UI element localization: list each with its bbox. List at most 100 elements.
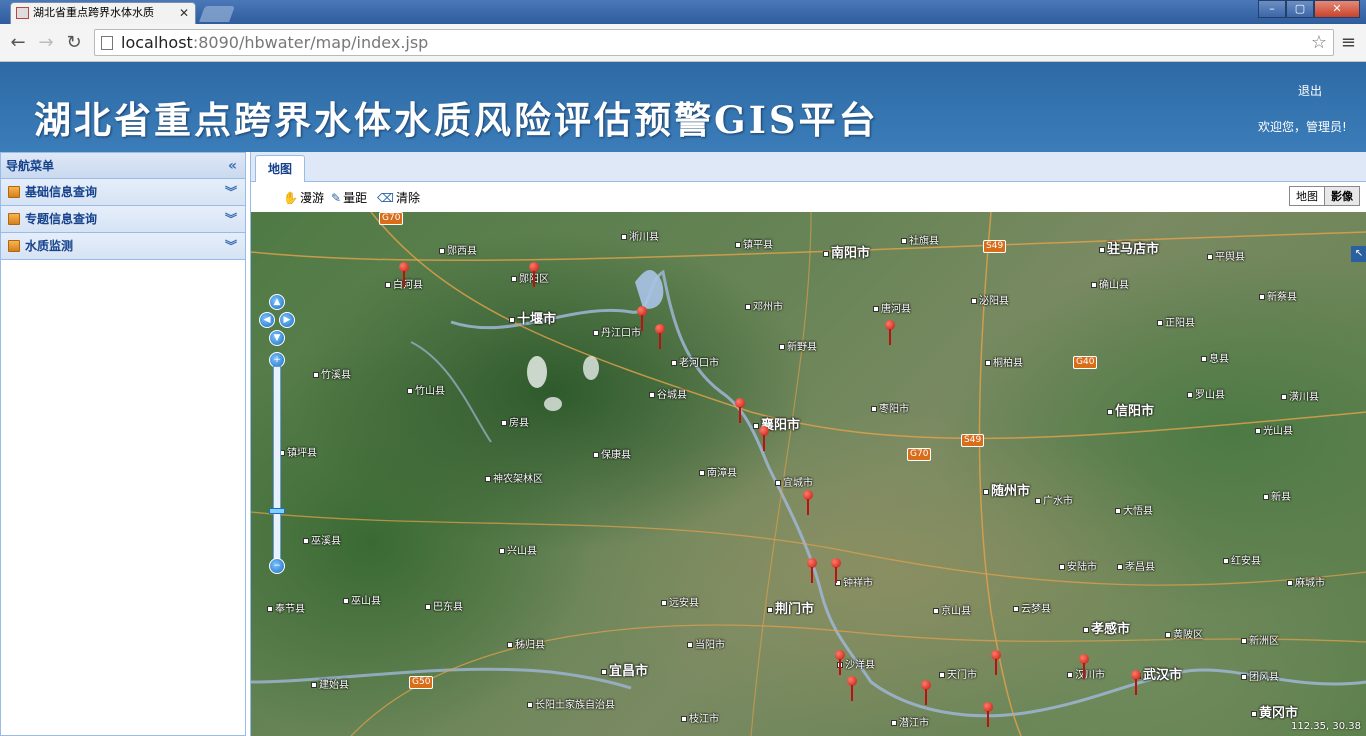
map-toolbar: ✋ 漫游 ✎ 量距 ⌫ 清除 地图 影像 — [251, 182, 1366, 212]
city-label: 当阳市 — [687, 636, 725, 651]
page-title: 湖北省重点跨界水体水质风险评估预警GIS平台 — [34, 98, 879, 142]
city-label: 兴山县 — [499, 542, 537, 557]
city-label: 新蔡县 — [1259, 288, 1297, 303]
browser-tab[interactable]: 湖北省重点跨界水体水质 ✕ — [10, 2, 196, 24]
url-input[interactable]: localhost:8090/hbwater/map/index.jsp ☆ — [94, 29, 1334, 56]
city-label: 房县 — [501, 414, 529, 429]
bookmark-star-icon[interactable]: ☆ — [1311, 32, 1327, 53]
monitoring-station-pin-icon[interactable] — [1079, 654, 1089, 680]
back-icon[interactable]: ← — [6, 32, 30, 53]
sidebar-item-topic-info[interactable]: 专题信息查询 ︾ — [1, 206, 245, 233]
city-label: 邓州市 — [745, 298, 783, 313]
pan-right-icon[interactable]: ▶ — [279, 312, 295, 328]
tool-label: 漫游 — [299, 191, 324, 205]
city-label: 镇平县 — [735, 236, 773, 251]
clear-tool-button[interactable]: ⌫ 清除 — [377, 189, 420, 206]
city-label: 大悟县 — [1115, 502, 1153, 517]
zoom-control: ▲ ◀ ▶ ▼ + − — [259, 294, 295, 574]
city-label: 息县 — [1201, 350, 1229, 365]
city-label: 平舆县 — [1207, 248, 1245, 263]
maximize-button[interactable]: ▢ — [1286, 0, 1314, 18]
browser-menu-icon[interactable]: ≡ — [1341, 32, 1356, 53]
highway-shield: G70 — [907, 448, 932, 461]
monitoring-station-pin-icon[interactable] — [1131, 670, 1141, 696]
monitoring-station-pin-icon[interactable] — [529, 262, 539, 288]
chevron-down-icon[interactable]: ︾ — [225, 179, 237, 205]
map-tabbar: 地图 — [251, 152, 1366, 182]
highway-shield: S49 — [983, 240, 1007, 253]
app-header: 湖北省重点跨界水体水质风险评估预警GIS平台 退出 欢迎您，管理员! — [0, 62, 1366, 152]
pan-down-icon[interactable]: ▼ — [269, 330, 285, 346]
highway-shield: G40 — [1073, 356, 1098, 369]
monitoring-station-pin-icon[interactable] — [847, 676, 857, 702]
pan-tool-button[interactable]: ✋ 漫游 — [283, 189, 324, 206]
city-label: 孝昌县 — [1117, 558, 1155, 573]
sidebar-item-water-monitoring[interactable]: 水质监测 ︾ — [1, 233, 245, 260]
city-label: 正阳县 — [1157, 314, 1195, 329]
coordinate-readout: 112.35, 30.38 — [1291, 721, 1361, 732]
monitoring-station-pin-icon[interactable] — [399, 262, 409, 288]
monitoring-station-pin-icon[interactable] — [835, 650, 845, 676]
expand-map-icon[interactable]: ↖ — [1351, 246, 1366, 262]
close-window-button[interactable]: ✕ — [1314, 0, 1360, 18]
monitoring-station-pin-icon[interactable] — [921, 680, 931, 706]
tab-map[interactable]: 地图 — [255, 155, 305, 182]
chevron-down-icon[interactable]: ︾ — [225, 233, 237, 259]
nav-sidebar: 导航菜单 « 基础信息查询 ︾ 专题信息查询 ︾ 水质监测 ︾ — [0, 152, 246, 736]
city-label: 孝感市 — [1083, 618, 1130, 637]
tool-label: 清除 — [395, 191, 420, 205]
monitoring-station-pin-icon[interactable] — [807, 558, 817, 584]
city-label: 光山县 — [1255, 422, 1293, 437]
city-label: 南漳县 — [699, 464, 737, 479]
forward-icon[interactable]: → — [34, 32, 58, 53]
monitoring-station-pin-icon[interactable] — [885, 320, 895, 346]
pan-up-icon[interactable]: ▲ — [269, 294, 285, 310]
layer-map-button[interactable]: 地图 — [1290, 187, 1324, 205]
highway-shield: S49 — [961, 434, 985, 447]
city-label: 谷城县 — [649, 386, 687, 401]
city-label: 南阳市 — [823, 242, 870, 261]
sidebar-item-label: 基础信息查询 — [25, 185, 98, 199]
monitoring-station-pin-icon[interactable] — [655, 324, 665, 350]
city-label: 宜城市 — [775, 474, 813, 489]
logout-link[interactable]: 退出 — [1298, 82, 1322, 99]
pan-left-icon[interactable]: ◀ — [259, 312, 275, 328]
city-label: 黄陂区 — [1165, 626, 1203, 641]
city-label: 保康县 — [593, 446, 631, 461]
layer-imagery-button[interactable]: 影像 — [1324, 187, 1359, 205]
monitoring-station-pin-icon[interactable] — [759, 426, 769, 452]
folder-icon — [8, 213, 20, 225]
monitoring-station-pin-icon[interactable] — [983, 702, 993, 728]
address-bar: ← → ↻ localhost:8090/hbwater/map/index.j… — [0, 24, 1366, 62]
monitoring-station-pin-icon[interactable] — [803, 490, 813, 516]
reload-icon[interactable]: ↻ — [62, 32, 86, 53]
zoom-out-button[interactable]: − — [269, 558, 285, 574]
chevron-down-icon[interactable]: ︾ — [225, 206, 237, 232]
monitoring-station-pin-icon[interactable] — [735, 398, 745, 424]
monitoring-station-pin-icon[interactable] — [637, 306, 647, 332]
monitoring-station-pin-icon[interactable] — [831, 558, 841, 584]
zoom-slider[interactable] — [273, 366, 281, 566]
collapse-left-icon[interactable]: « — [228, 153, 237, 179]
new-tab-button[interactable] — [199, 6, 235, 22]
ruler-icon: ✎ — [331, 191, 342, 205]
city-label: 潢川县 — [1281, 388, 1319, 403]
city-label: 天门市 — [939, 666, 977, 681]
city-label: 郧西县 — [439, 242, 477, 257]
city-label: 秭归县 — [507, 636, 545, 651]
city-label: 随州市 — [983, 480, 1030, 499]
city-label: 红安县 — [1223, 552, 1261, 567]
folder-icon — [8, 186, 20, 198]
close-tab-icon[interactable]: ✕ — [179, 3, 189, 23]
minimize-button[interactable]: – — [1258, 0, 1286, 18]
map-canvas[interactable]: 淅川县 镇平县 南阳市 社旗县 驻马店市 平舆县 郧西县 白河县 郧阳区 确山县 十堰市 邓州市 唐河县… — [251, 212, 1366, 736]
sidebar-item-basic-info[interactable]: 基础信息查询 ︾ — [1, 179, 245, 206]
city-label: 长阳土家族自治县 — [527, 696, 615, 711]
measure-tool-button[interactable]: ✎ 量距 — [331, 189, 367, 206]
city-label: 安陆市 — [1059, 558, 1097, 573]
city-label: 唐河县 — [873, 300, 911, 315]
city-label: 奉节县 — [267, 600, 305, 615]
monitoring-station-pin-icon[interactable] — [991, 650, 1001, 676]
tab-title: 湖北省重点跨界水体水质 — [33, 6, 154, 19]
zoom-slider-thumb[interactable] — [269, 508, 285, 514]
